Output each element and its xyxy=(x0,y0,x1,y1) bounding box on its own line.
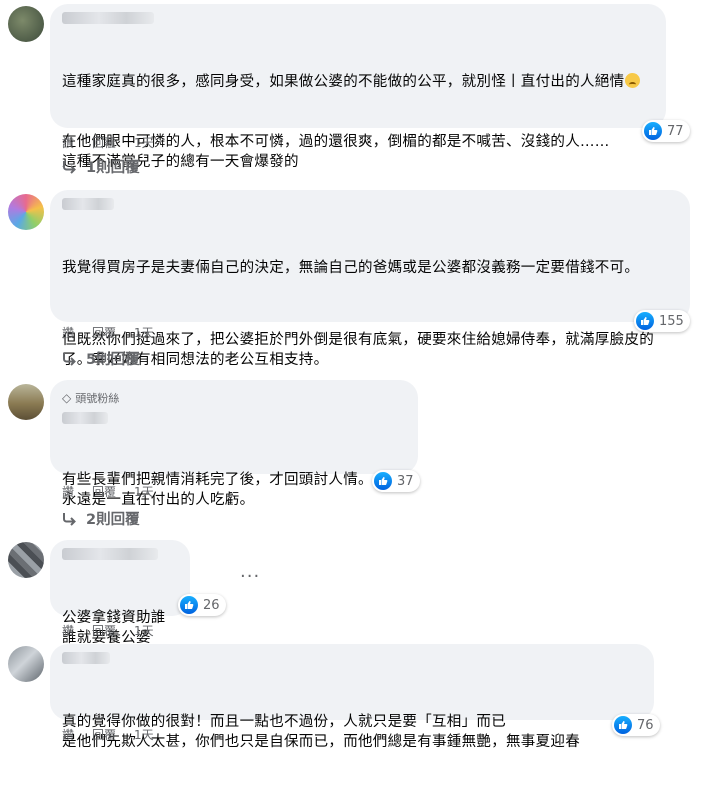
sweat-smile-emoji xyxy=(625,73,641,88)
reaction-number: 76 xyxy=(637,717,654,733)
timestamp[interactable]: 1天 xyxy=(134,483,154,500)
reaction-count[interactable]: 76 xyxy=(612,714,660,736)
avatar[interactable] xyxy=(8,6,44,42)
like-button[interactable]: 讚 xyxy=(62,483,74,500)
avatar[interactable] xyxy=(8,542,44,578)
reaction-number: 77 xyxy=(667,123,684,139)
author-name[interactable] xyxy=(62,12,154,24)
comment-bubble: 我覺得買房子是夫妻倆自己的決定，無論自己的爸媽或是公婆都沒義務一定要借錢不可。 … xyxy=(50,190,690,368)
replies-label: 1則回覆 xyxy=(86,160,140,176)
reaction-number: 37 xyxy=(397,473,414,489)
reaction-count[interactable]: 77 xyxy=(642,120,690,142)
diamond-icon: ◇ xyxy=(62,391,72,405)
author-name[interactable] xyxy=(62,412,108,424)
comment-actions: 讚 回覆 1天 xyxy=(62,324,154,341)
badge-label: 頭號粉絲 xyxy=(75,392,120,405)
timestamp[interactable]: 1天 xyxy=(134,324,154,341)
comment-paragraph: 這種家庭真的很多，感同身受，如果做公婆的不能做的公平，就別怪丨直付出的人絕情 xyxy=(62,74,625,90)
replies-label: 2則回覆 xyxy=(86,512,140,528)
reply-arrow-icon xyxy=(63,512,76,526)
like-button[interactable]: 讚 xyxy=(62,622,74,639)
timestamp[interactable]: 1天 xyxy=(134,726,154,743)
replies-label: 5則回覆 xyxy=(86,352,140,368)
comment-bubble: 這種家庭真的很多，感同身受，如果做公婆的不能做的公平，就別怪丨直付出的人絕情 在… xyxy=(50,4,666,170)
view-replies-button[interactable]: 2則回覆 xyxy=(62,508,140,529)
avatar[interactable] xyxy=(8,384,44,420)
reaction-count[interactable]: 26 xyxy=(178,594,226,616)
thumbs-up-icon xyxy=(374,472,392,490)
comment-actions: 讚 回覆 1天 xyxy=(62,134,154,151)
avatar[interactable] xyxy=(8,194,44,230)
comment-paragraph: 我覺得買房子是夫妻倆自己的決定，無論自己的爸媽或是公婆都沒義務一定要借錢不可。 xyxy=(62,260,640,276)
reply-arrow-icon xyxy=(63,352,76,366)
reply-arrow-icon xyxy=(63,160,76,174)
thumbs-up-icon xyxy=(636,312,654,330)
top-fan-badge[interactable]: ◇ 頭號粉絲 xyxy=(62,390,406,406)
view-replies-button[interactable]: 5則回覆 xyxy=(62,348,140,369)
timestamp[interactable]: 1天 xyxy=(134,622,154,639)
comment-actions: 讚 回覆 1天 xyxy=(62,726,154,743)
reply-button[interactable]: 回覆 xyxy=(92,134,116,151)
like-button[interactable]: 讚 xyxy=(62,324,74,341)
comment-bubble: ◇ 頭號粉絲 有些長輩們把親情消耗完了後，才回頭討人情。 永遠是一直在付出的人吃… xyxy=(50,380,418,508)
avatar[interactable] xyxy=(8,646,44,682)
author-name[interactable] xyxy=(62,198,114,210)
thumbs-up-icon xyxy=(644,122,662,140)
comment-text: 這種家庭真的很多，感同身受，如果做公婆的不能做的公平，就別怪丨直付出的人絕情 在… xyxy=(62,32,654,212)
reply-button[interactable]: 回覆 xyxy=(92,622,116,639)
view-replies-button[interactable]: 1則回覆 xyxy=(62,156,140,177)
reaction-count[interactable]: 155 xyxy=(634,310,690,332)
author-name[interactable] xyxy=(62,652,110,664)
more-options-icon[interactable]: ··· xyxy=(240,566,260,587)
reaction-number: 26 xyxy=(203,597,220,613)
reply-button[interactable]: 回覆 xyxy=(92,483,116,500)
comment-bubble: 公婆拿錢資助誰 誰就要養公婆 xyxy=(50,540,190,646)
thumbs-up-icon xyxy=(180,596,198,614)
comment-bubble: 真的覺得你做的很對！而且一點也不過份，人就只是要「互相」而已 是他們先欺人太甚，… xyxy=(50,644,654,750)
timestamp[interactable]: 1天 xyxy=(134,134,154,151)
comment-actions: 讚 回覆 1天 xyxy=(62,622,154,639)
comment-paragraph: 但既然你們挺過來了，把公婆拒於門外倒是很有底氣，硬要來住給媳婦侍奉，就滿厚臉皮的… xyxy=(62,332,654,368)
reaction-count[interactable]: 37 xyxy=(372,470,420,492)
like-button[interactable]: 讚 xyxy=(62,134,74,151)
comment-actions: 讚 回覆 1天 xyxy=(62,483,154,500)
reply-button[interactable]: 回覆 xyxy=(92,324,116,341)
like-button[interactable]: 讚 xyxy=(62,726,74,743)
reaction-number: 155 xyxy=(659,313,684,329)
thumbs-up-icon xyxy=(614,716,632,734)
author-name[interactable] xyxy=(62,548,158,560)
reply-button[interactable]: 回覆 xyxy=(92,726,116,743)
